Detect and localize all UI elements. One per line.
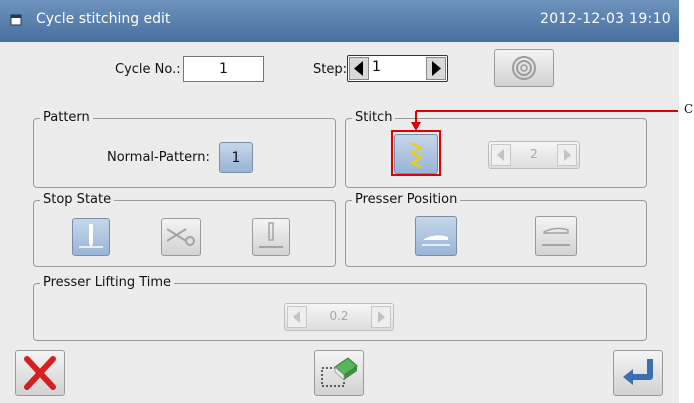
lifting-next-button[interactable] xyxy=(371,306,391,328)
cycle-no-field[interactable]: 1 xyxy=(183,56,264,82)
presser-lifting-legend: Presser Lifting Time xyxy=(40,275,175,290)
presser-position-legend: Presser Position xyxy=(352,192,461,207)
red-x-icon xyxy=(24,356,56,390)
cancel-button[interactable] xyxy=(15,350,65,396)
highlight-box xyxy=(391,130,441,176)
normal-pattern-label: Normal-Pattern: xyxy=(107,150,210,165)
arrow-right-icon xyxy=(378,311,385,323)
presser-position-group: Presser Position xyxy=(345,192,647,267)
eraser-icon xyxy=(321,357,358,387)
stitch-next-button[interactable] xyxy=(557,144,577,166)
title-bar: Cycle stitching edit 2012-12-03 19:10 xyxy=(0,0,679,42)
stitch-stepper: 2 xyxy=(488,141,580,169)
stop-needle-up-button[interactable] xyxy=(252,218,290,256)
callout-arrow xyxy=(411,110,678,131)
callout-label: C xyxy=(684,102,694,116)
stop-state-legend: Stop State xyxy=(40,192,115,207)
reset-button[interactable] xyxy=(494,49,554,87)
needle-up-icon xyxy=(259,222,283,248)
lifting-time-stepper: 0.2 xyxy=(284,303,394,331)
step-prev-button[interactable] xyxy=(349,57,369,80)
concentric-circles-icon xyxy=(512,56,536,80)
presser-up-icon xyxy=(542,227,570,246)
stop-trim-button[interactable] xyxy=(161,218,201,256)
arrow-left-icon xyxy=(354,61,363,76)
erase-button[interactable] xyxy=(314,350,364,396)
step-stepper: 1 xyxy=(347,55,448,82)
presser-down-icon xyxy=(422,235,450,246)
stop-needle-down-button[interactable] xyxy=(72,218,110,256)
enter-button[interactable] xyxy=(613,350,663,396)
step-value[interactable]: 1 xyxy=(372,59,381,75)
window-title: Cycle stitching edit xyxy=(36,11,171,27)
needle-down-icon xyxy=(79,224,103,248)
presser-down-button[interactable] xyxy=(415,216,457,256)
step-next-button[interactable] xyxy=(426,57,446,80)
window-icon xyxy=(10,14,22,26)
return-arrow-icon xyxy=(623,359,653,385)
cycle-no-label: Cycle No.: xyxy=(115,62,181,77)
step-label: Step: xyxy=(313,62,347,77)
stitch-legend: Stitch xyxy=(352,110,396,125)
clock: 2012-12-03 19:10 xyxy=(540,11,671,27)
screen: Cycle stitching edit 2012-12-03 19:10 Cy… xyxy=(0,0,679,403)
pattern-legend: Pattern xyxy=(40,110,93,125)
pattern-number-button[interactable]: 1 xyxy=(219,142,253,173)
arrow-right-icon xyxy=(432,61,441,76)
presser-up-button[interactable] xyxy=(535,216,577,256)
arrow-right-icon xyxy=(564,149,571,161)
scissors-icon xyxy=(166,228,195,246)
